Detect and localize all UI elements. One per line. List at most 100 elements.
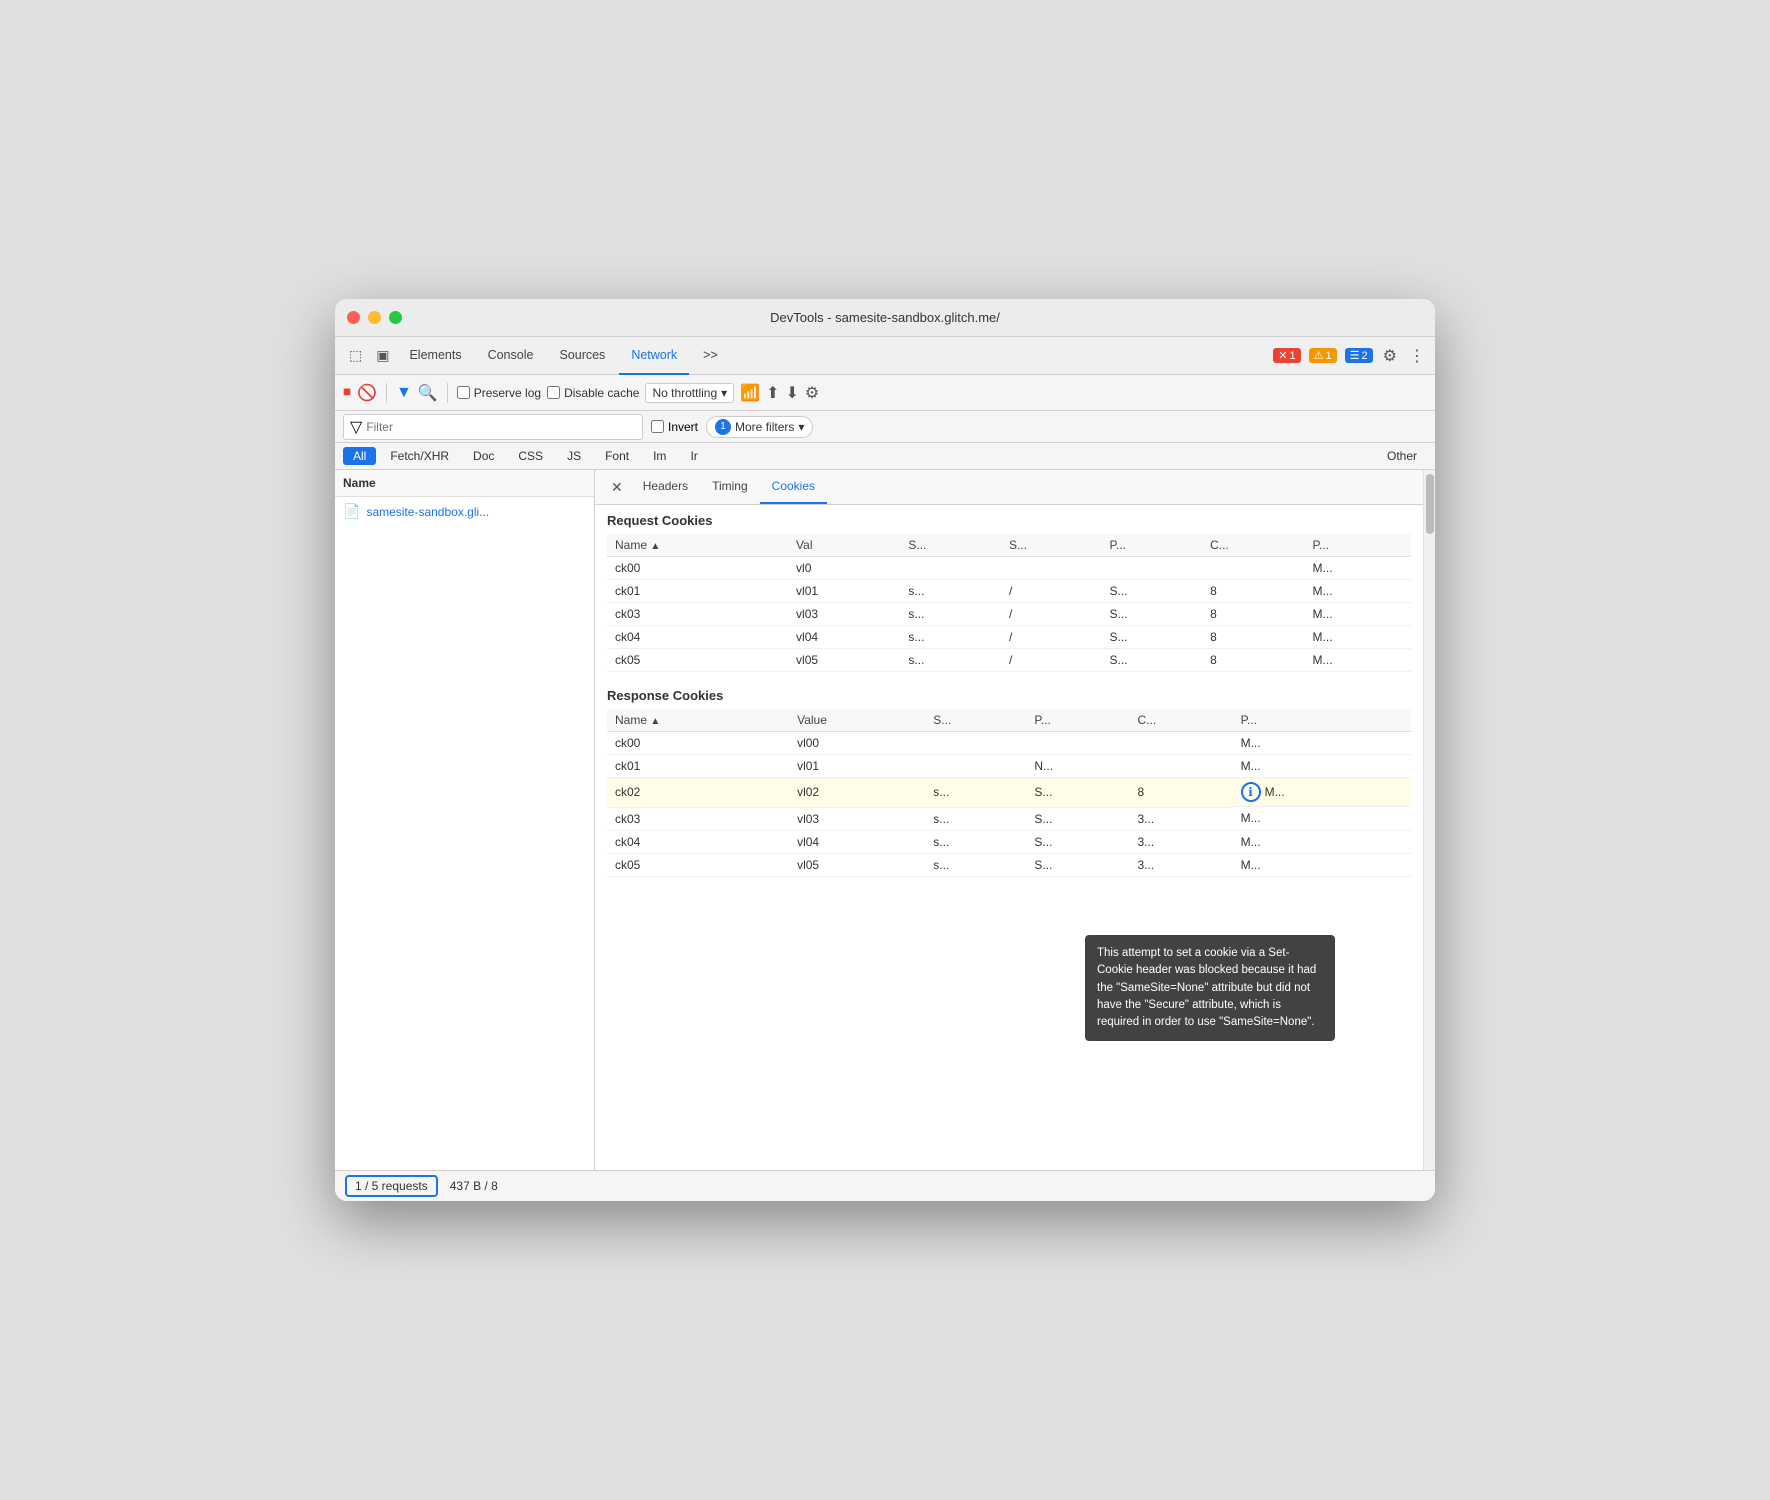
upload-icon[interactable]: ⬆ (766, 383, 779, 403)
main-content: Name 📄 samesite-sandbox.gli... ✕ Headers… (335, 470, 1435, 1170)
resp-col-s[interactable]: S... (925, 709, 1026, 732)
tab-console[interactable]: Console (476, 337, 546, 375)
network-toolbar: ⏹ 🚫 ▼ 🔍 Preserve log Disable cache No th… (335, 375, 1435, 411)
titlebar: DevTools - samesite-sandbox.glitch.me/ (335, 299, 1435, 337)
filter-icon[interactable]: ▼ (396, 384, 412, 402)
document-icon: 📄 (343, 503, 360, 520)
wifi-icon[interactable]: 📶 (740, 383, 760, 403)
maximize-button[interactable] (389, 311, 402, 324)
requests-header: Name (335, 470, 594, 497)
more-filters-badge: 1 (715, 419, 731, 435)
status-bar: 1 / 5 requests 437 B / 8 (335, 1170, 1435, 1201)
resp-sort-arrow-icon: ▲ (650, 716, 660, 727)
resp-col-value[interactable]: Value (789, 709, 925, 732)
device-icon[interactable]: ▣ (370, 347, 395, 364)
close-detail-button[interactable]: ✕ (603, 473, 631, 502)
filter-input[interactable] (366, 420, 636, 434)
col-c[interactable]: C... (1202, 534, 1304, 557)
table-row[interactable]: ck04vl04s.../S...8M... (607, 626, 1411, 649)
filter-input-wrap: ▽ (343, 414, 643, 440)
type-tab-ir[interactable]: Ir (680, 447, 707, 465)
info-icon[interactable]: ℹ (1241, 782, 1261, 802)
table-row[interactable]: ck01vl01N...M... (607, 755, 1411, 778)
detail-tab-cookies[interactable]: Cookies (760, 470, 827, 504)
disable-cache-input[interactable] (547, 386, 560, 399)
scrollbar-thumb[interactable] (1426, 474, 1434, 534)
table-row[interactable]: ck04vl04s...S...3...M... (607, 830, 1411, 853)
col-value[interactable]: Val (788, 534, 900, 557)
type-tab-js[interactable]: JS (557, 447, 591, 465)
filter-funnel-icon: ▽ (350, 417, 362, 437)
tab-more[interactable]: >> (691, 337, 730, 375)
download-icon[interactable]: ⬇ (786, 383, 799, 403)
request-cookies-table: Name ▲ Val S... S... P... C... P... (607, 534, 1411, 672)
resp-col-c[interactable]: C... (1130, 709, 1233, 732)
type-tab-fetchxhr[interactable]: Fetch/XHR (380, 447, 459, 465)
browser-window: DevTools - samesite-sandbox.glitch.me/ ⬚… (335, 299, 1435, 1201)
scrollbar[interactable] (1423, 470, 1435, 1170)
clear-button[interactable]: 🚫 (357, 383, 377, 403)
col-name[interactable]: Name ▲ (607, 534, 788, 557)
invert-input[interactable] (651, 420, 664, 433)
invert-checkbox[interactable]: Invert (651, 420, 698, 434)
table-row[interactable]: ck03vl03s...S...3...M... (607, 807, 1411, 830)
top-nav-right: ✕ 1 ⚠ 1 ☰ 2 ⚙ ⋮ (1273, 344, 1427, 368)
more-filters-chevron-icon: ▾ (798, 420, 804, 434)
resp-col-p[interactable]: P... (1026, 709, 1129, 732)
request-item[interactable]: 📄 samesite-sandbox.gli... (335, 497, 594, 526)
col-p[interactable]: P... (1102, 534, 1203, 557)
network-settings-icon[interactable]: ⚙ (805, 383, 819, 403)
requests-panel: Name 📄 samesite-sandbox.gli... (335, 470, 595, 1170)
minimize-button[interactable] (368, 311, 381, 324)
top-nav: ⬚ ▣ Elements Console Sources Network >> … (335, 337, 1435, 375)
response-cookies-title: Response Cookies (607, 688, 1411, 703)
close-button[interactable] (347, 311, 360, 324)
type-tab-css[interactable]: CSS (508, 447, 553, 465)
type-tab-doc[interactable]: Doc (463, 447, 504, 465)
stop-recording-button[interactable]: ⏹ (343, 384, 351, 402)
tab-network[interactable]: Network (619, 337, 689, 375)
col-s1[interactable]: S... (900, 534, 1001, 557)
disable-cache-checkbox[interactable]: Disable cache (547, 386, 639, 400)
chevron-down-icon: ▾ (721, 386, 727, 400)
cursor-icon[interactable]: ⬚ (343, 347, 368, 364)
resp-col-name[interactable]: Name ▲ (607, 709, 789, 732)
window-title: DevTools - samesite-sandbox.glitch.me/ (770, 310, 1000, 325)
type-tab-font[interactable]: Font (595, 447, 639, 465)
table-row[interactable]: ck00vl00M... (607, 732, 1411, 755)
separator (386, 383, 387, 403)
settings-icon[interactable]: ⚙ (1381, 344, 1399, 368)
table-row[interactable]: ck00vl0M... (607, 557, 1411, 580)
response-cookies-section: Response Cookies Name ▲ Value S... P... … (595, 680, 1423, 885)
more-options-icon[interactable]: ⋮ (1407, 344, 1427, 368)
more-filters-button[interactable]: 1 More filters ▾ (706, 416, 813, 438)
detail-tab-timing[interactable]: Timing (700, 470, 760, 504)
table-row[interactable]: ck03vl03s.../S...8M... (607, 603, 1411, 626)
request-cookies-section: Request Cookies Name ▲ Val S... S... P..… (595, 505, 1423, 680)
preserve-log-input[interactable] (457, 386, 470, 399)
table-row[interactable]: ck05vl05s...S...3...M... (607, 853, 1411, 876)
detail-tabs: ✕ Headers Timing Cookies (595, 470, 1423, 505)
filter-bar: ▽ Invert 1 More filters ▾ (335, 411, 1435, 443)
resp-col-p2[interactable]: P... (1233, 709, 1411, 732)
info-badge: ☰ 2 (1345, 348, 1373, 363)
type-tab-all[interactable]: All (343, 447, 376, 465)
cookie-tooltip: This attempt to set a cookie via a Set-C… (1085, 935, 1335, 1041)
tab-elements[interactable]: Elements (397, 337, 473, 375)
preserve-log-checkbox[interactable]: Preserve log (457, 386, 541, 400)
devtools-panel: ⬚ ▣ Elements Console Sources Network >> … (335, 337, 1435, 1201)
col-p2[interactable]: P... (1305, 534, 1411, 557)
table-row-highlighted[interactable]: ck02vl02s...S...8 ℹ M... (607, 778, 1411, 808)
search-icon[interactable]: 🔍 (418, 383, 438, 403)
col-s2[interactable]: S... (1001, 534, 1102, 557)
requests-count-badge: 1 / 5 requests (345, 1175, 438, 1197)
detail-tab-headers[interactable]: Headers (631, 470, 700, 504)
table-row[interactable]: ck05vl05s.../S...8M... (607, 649, 1411, 672)
detail-panel: ✕ Headers Timing Cookies Request Cookies… (595, 470, 1423, 1170)
tab-sources[interactable]: Sources (547, 337, 617, 375)
throttling-selector[interactable]: No throttling ▾ (645, 383, 734, 403)
type-tab-img[interactable]: Im (643, 447, 676, 465)
type-tab-other[interactable]: Other (1377, 447, 1427, 465)
table-row[interactable]: ck01vl01s.../S...8M... (607, 580, 1411, 603)
sort-arrow-icon: ▲ (650, 541, 660, 552)
